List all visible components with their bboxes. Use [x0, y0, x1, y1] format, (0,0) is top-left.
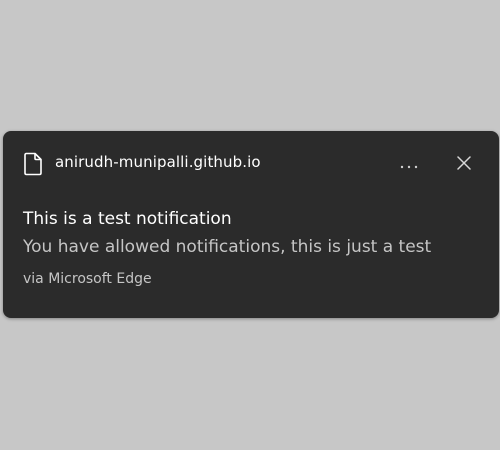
notification-title: This is a test notification	[23, 209, 232, 229]
more-options-button[interactable]	[391, 151, 427, 177]
notification-header: anirudh-munipalli.github.io	[23, 151, 479, 177]
notification-toast[interactable]: anirudh-munipalli.github.io This is a te…	[3, 131, 499, 318]
notification-source: anirudh-munipalli.github.io	[55, 153, 261, 171]
notification-attribution: via Microsoft Edge	[23, 271, 152, 287]
close-icon	[457, 155, 471, 174]
document-icon	[23, 152, 43, 178]
close-button[interactable]	[449, 151, 479, 177]
more-options-icon	[399, 155, 419, 174]
notification-body: You have allowed notifications, this is …	[23, 237, 432, 257]
